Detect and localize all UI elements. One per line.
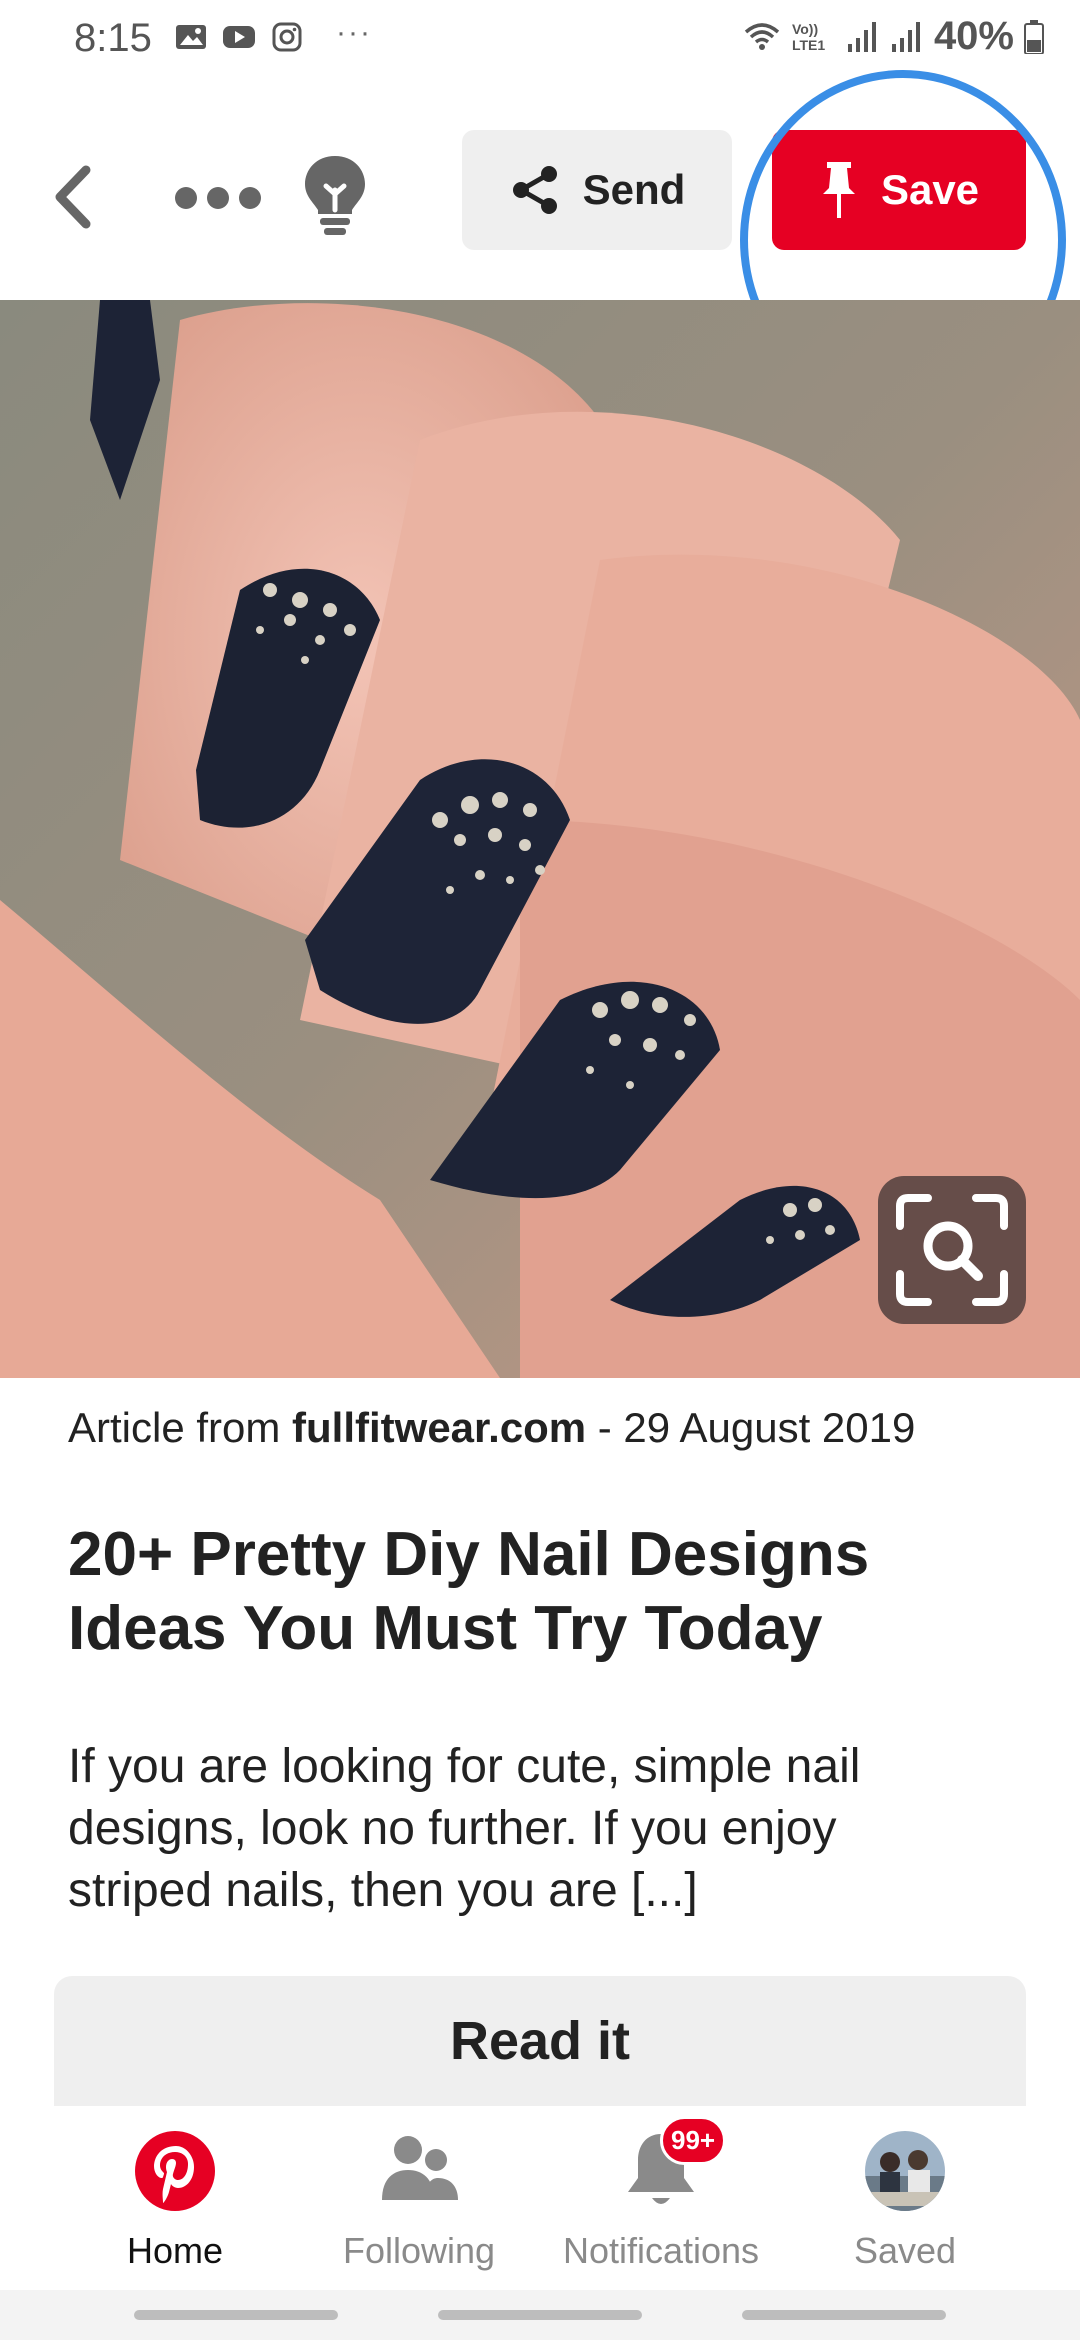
send-button[interactable]: Send [462, 130, 732, 250]
lightbulb-icon[interactable] [300, 150, 370, 240]
notification-badge: 99+ [660, 2116, 727, 2165]
nav-following[interactable]: Following [294, 2126, 544, 2286]
source-date: - 29 August 2019 [586, 1404, 916, 1451]
send-label: Send [582, 166, 686, 213]
nav-saved-label: Saved [853, 2230, 957, 2271]
source-prefix: Article from [68, 1404, 293, 1451]
gallery-icon [176, 25, 206, 49]
nav-notifications-label: Notifications [562, 2230, 760, 2271]
status-time: 8:15 [74, 16, 152, 60]
wifi-icon [744, 22, 780, 50]
read-it-button[interactable]: Read it [54, 1976, 1026, 2106]
volte-label: Vo)) LTE1 [791, 20, 826, 53]
status-more-indicator: ··· [336, 16, 372, 49]
nav-home[interactable]: Home [50, 2126, 300, 2286]
bottom-navigation: Home Following 99+ Notifications Saved [0, 2106, 1080, 2290]
gesture-handle-center[interactable] [438, 2310, 642, 2320]
nav-following-label: Following [342, 2230, 496, 2271]
read-it-label: Read it [449, 2011, 631, 2071]
nav-home-label: Home [126, 2230, 224, 2271]
status-bar: 8:15 ··· Vo)) LTE1 40% [0, 0, 1080, 80]
nav-saved[interactable]: Saved [780, 2126, 1030, 2286]
share-icon [512, 166, 557, 214]
save-label: Save [880, 166, 980, 213]
battery-icon [1024, 19, 1044, 54]
lens-search-icon [896, 1194, 1008, 1306]
source-domain-link[interactable]: fullfitwear.com [292, 1404, 586, 1451]
gesture-handle-left[interactable] [134, 2310, 338, 2320]
article-title: 20+ Pretty Diy Nail Designs Ideas You Mu… [68, 1520, 870, 1663]
signal-icon-2 [891, 21, 920, 52]
battery-percent: 40% [933, 14, 1014, 58]
system-gesture-bar [0, 2290, 1080, 2340]
signal-icon [847, 21, 876, 52]
back-icon[interactable] [44, 162, 104, 232]
visual-search-button[interactable] [878, 1176, 1026, 1324]
people-icon [382, 2136, 458, 2200]
instagram-icon [272, 22, 302, 52]
youtube-icon [223, 26, 255, 48]
gesture-handle-right[interactable] [742, 2310, 946, 2320]
more-options-icon[interactable] [172, 180, 264, 216]
article-description: If you are looking for cute, simple nail… [68, 1740, 861, 1917]
status-system-icons: Vo)) LTE1 40% [742, 14, 1044, 59]
avatar [865, 2131, 945, 2211]
pin-icon [822, 162, 855, 218]
pin-action-bar: Send Save [0, 70, 1080, 410]
nav-notifications[interactable]: 99+ Notifications [536, 2116, 786, 2286]
status-notification-icons: ··· [174, 16, 372, 52]
bell-icon-wrap: 99+ [616, 2116, 727, 2216]
article-source: Article from fullfitwear.com - 29 August… [68, 1404, 915, 1452]
save-button[interactable]: Save [772, 130, 1026, 250]
pinterest-logo-icon [135, 2131, 215, 2211]
